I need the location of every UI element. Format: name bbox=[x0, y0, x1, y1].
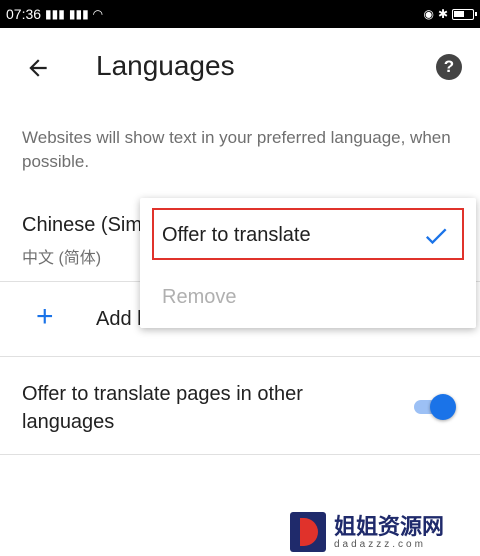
menu-item-remove[interactable]: Remove bbox=[140, 270, 476, 326]
divider bbox=[0, 454, 480, 455]
status-bar-right: ◉ ✱ bbox=[423, 7, 477, 21]
wifi-icon: ◠ bbox=[92, 7, 104, 21]
help-button[interactable]: ? bbox=[436, 54, 462, 80]
alarm-icon: ◉ bbox=[423, 7, 434, 21]
back-button[interactable] bbox=[20, 50, 56, 86]
menu-item-offer-to-translate[interactable]: Offer to translate bbox=[140, 208, 476, 264]
watermark-domain: dadazzz.com bbox=[334, 538, 426, 550]
plus-icon: + bbox=[36, 300, 54, 333]
app-bar: Languages ? bbox=[0, 28, 480, 108]
watermark: 姐姐资源网 dadazzz.com bbox=[290, 510, 470, 554]
offer-translate-label: Offer to translate pages in other langua… bbox=[22, 383, 303, 433]
watermark-logo-icon bbox=[290, 512, 326, 552]
signal-icon: ▮▮▮ bbox=[45, 7, 65, 21]
add-language-label: Add l bbox=[96, 308, 142, 330]
signal-icon-2: ▮▮▮ bbox=[68, 7, 89, 21]
divider bbox=[0, 356, 480, 357]
status-bar: 07:36 ▮▮▮ ▮▮▮ ◠ ◉ ✱ bbox=[0, 0, 480, 28]
watermark-title: 姐姐资源网 bbox=[334, 513, 445, 539]
offer-translate-setting[interactable]: Offer to translate pages in other langua… bbox=[0, 360, 480, 454]
settings-description: Websites will show text in your preferre… bbox=[22, 128, 451, 171]
bluetooth-icon: ✱ bbox=[437, 7, 448, 21]
checkmark-icon bbox=[425, 228, 447, 245]
menu-item-label: Remove bbox=[162, 286, 237, 308]
battery-icon bbox=[452, 8, 477, 20]
language-name: Chinese (Sim bbox=[22, 214, 143, 236]
help-circle-icon: ? bbox=[443, 57, 455, 76]
arrow-left-icon bbox=[29, 59, 47, 77]
watermark-text: 姐姐资源网 dadazzz.com bbox=[334, 513, 445, 550]
status-bar-left: 07:36 ▮▮▮ ▮▮▮ ◠ bbox=[6, 6, 103, 22]
toggle-thumb bbox=[430, 394, 456, 420]
offer-translate-toggle[interactable] bbox=[414, 392, 456, 422]
status-time: 07:36 bbox=[6, 6, 42, 22]
page-title: Languages bbox=[96, 50, 235, 81]
menu-item-label: Offer to translate bbox=[162, 224, 311, 246]
language-native-name: 中文 (简体) bbox=[22, 250, 102, 267]
language-options-menu: Offer to translate Remove bbox=[140, 198, 476, 328]
